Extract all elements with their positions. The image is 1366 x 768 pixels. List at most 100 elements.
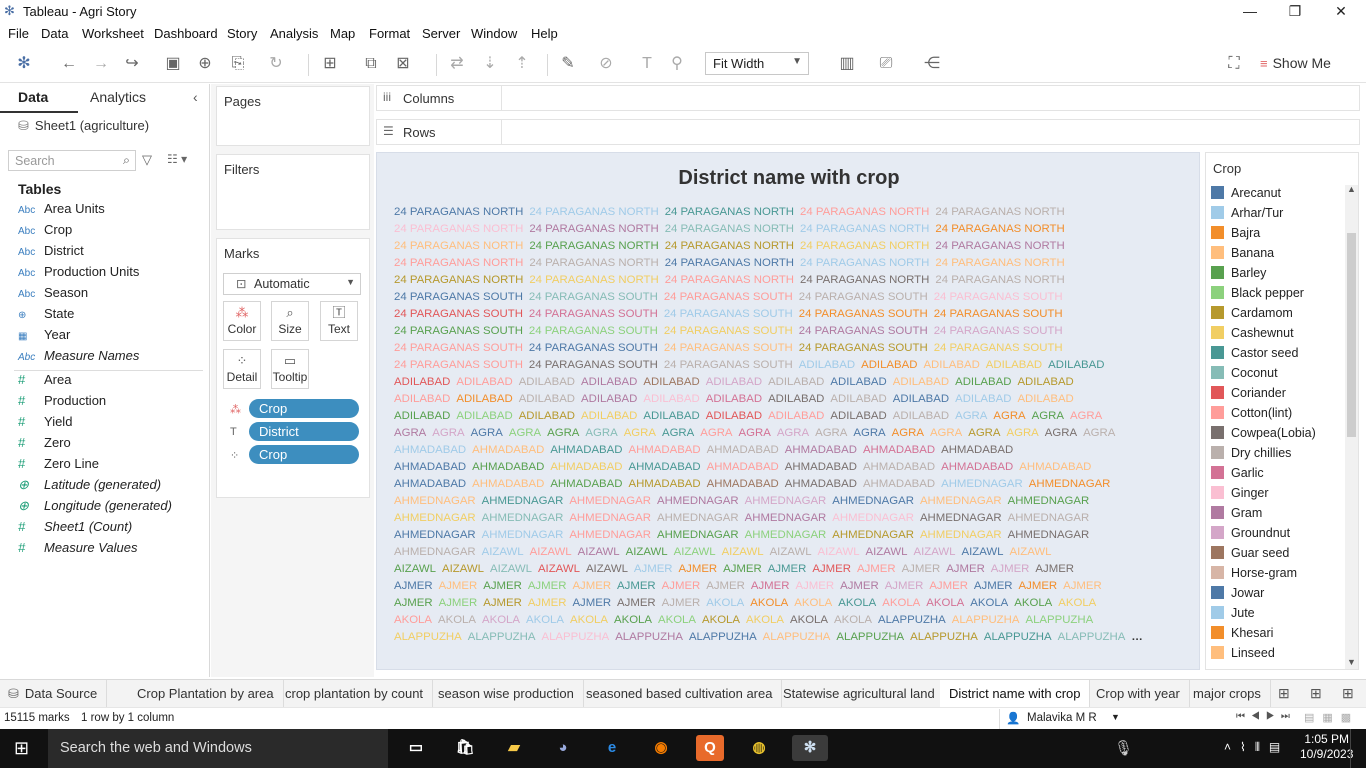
menu-dashboard[interactable]: Dashboard bbox=[154, 26, 218, 41]
district-label[interactable]: ADILABAD bbox=[986, 359, 1042, 371]
district-label[interactable]: AGRA bbox=[1032, 410, 1064, 422]
scroll-up-icon[interactable]: ▲ bbox=[1347, 184, 1356, 194]
field-item[interactable]: # Production bbox=[18, 393, 106, 413]
district-label[interactable]: AKOLA bbox=[570, 614, 608, 626]
district-text-pill[interactable]: District bbox=[249, 422, 359, 441]
district-label[interactable]: 24 PARAGANAS NORTH bbox=[529, 257, 658, 269]
menu-file[interactable]: File bbox=[8, 26, 29, 41]
field-item[interactable]: # Zero bbox=[18, 435, 71, 455]
store-icon[interactable]: 🛍 bbox=[451, 735, 479, 761]
district-label[interactable]: AIZAWL bbox=[538, 563, 580, 575]
restore-button[interactable]: ❐ bbox=[1272, 0, 1318, 22]
chrome-icon[interactable]: ◍ bbox=[745, 735, 773, 761]
district-label[interactable]: AIZAWL bbox=[626, 546, 668, 558]
district-label[interactable]: AJMER bbox=[902, 563, 941, 575]
search-input[interactable]: Search ⌕ bbox=[8, 150, 136, 171]
district-label[interactable]: 24 PARAGANAS NORTH bbox=[800, 223, 929, 235]
district-label[interactable]: ALAPPUZHA bbox=[836, 631, 904, 643]
district-label[interactable]: AHMEDNAGAR bbox=[657, 512, 739, 524]
district-label[interactable]: ADILABAD bbox=[519, 393, 575, 405]
district-label[interactable]: 24 PARAGANAS NORTH bbox=[394, 240, 523, 252]
legend-item[interactable]: Coconut bbox=[1211, 366, 1278, 386]
district-label[interactable]: 24 PARAGANAS NORTH bbox=[394, 223, 523, 235]
district-label[interactable]: AGRA bbox=[1070, 410, 1102, 422]
district-label[interactable]: AIZAWL bbox=[818, 546, 860, 558]
menu-help[interactable]: Help bbox=[531, 26, 558, 41]
district-label[interactable]: AJMER bbox=[483, 597, 522, 609]
legend-item[interactable]: Jute bbox=[1211, 606, 1255, 626]
text-button[interactable]: 🅃 Text bbox=[320, 301, 358, 341]
district-label[interactable]: ADILABAD bbox=[768, 376, 824, 388]
district-label[interactable]: AJMER bbox=[617, 580, 656, 592]
district-label[interactable]: AJMER bbox=[812, 563, 851, 575]
district-label[interactable]: AHMEDNAGAR bbox=[920, 512, 1002, 524]
tab-sheet[interactable]: major crops bbox=[1184, 680, 1271, 708]
district-label[interactable]: AJMER bbox=[617, 597, 656, 609]
district-label[interactable]: AHMEDNAGAR bbox=[745, 495, 827, 507]
district-label[interactable]: 24 PARAGANAS NORTH bbox=[665, 274, 794, 286]
district-label[interactable]: ADILABAD bbox=[830, 410, 886, 422]
district-label[interactable]: ADILABAD bbox=[893, 410, 949, 422]
district-label[interactable]: AHMEDNAGAR bbox=[1008, 512, 1090, 524]
district-label[interactable]: AJMER bbox=[768, 563, 807, 575]
filters-card[interactable]: Filters bbox=[216, 154, 370, 230]
clock[interactable]: 1:05 PM 10/9/2023 bbox=[1300, 732, 1353, 762]
district-label[interactable]: AGRA bbox=[624, 427, 656, 439]
district-label[interactable]: AJMER bbox=[885, 580, 924, 592]
district-label[interactable]: ADILABAD bbox=[394, 376, 450, 388]
district-label[interactable]: AHMADABAD bbox=[394, 478, 466, 490]
district-label[interactable]: AHMEDNAGAR bbox=[569, 529, 651, 541]
district-label[interactable]: AHMADABAD bbox=[472, 461, 544, 473]
district-label[interactable]: 24 PARAGANAS SOUTH bbox=[934, 291, 1063, 303]
legend-item[interactable]: Banana bbox=[1211, 246, 1274, 266]
district-label[interactable]: AGRA bbox=[662, 427, 694, 439]
replay-icon[interactable]: ↪ bbox=[122, 54, 142, 74]
district-label[interactable]: ALAPPUZHA bbox=[910, 631, 978, 643]
sheet-view-toggle-icon[interactable]: ▤▦▩ bbox=[1304, 711, 1359, 724]
district-label[interactable]: AKOLA bbox=[614, 614, 652, 626]
user-menu[interactable]: 👤 Malavika M R ▼ bbox=[999, 709, 1126, 729]
more-indicator[interactable]: … bbox=[1131, 631, 1142, 643]
legend-item[interactable]: Cashewnut bbox=[1211, 326, 1294, 346]
district-label[interactable]: AJMER bbox=[929, 580, 968, 592]
field-item[interactable]: Abc Measure Names bbox=[18, 348, 139, 368]
district-label[interactable]: AHMADABAD bbox=[941, 444, 1013, 456]
menu-map[interactable]: Map bbox=[330, 26, 355, 41]
datasource-item[interactable]: ⛁ Sheet1 (agriculture) bbox=[18, 118, 149, 134]
district-label[interactable]: ADILABAD bbox=[581, 410, 637, 422]
district-label[interactable]: AHMADABAD bbox=[785, 444, 857, 456]
highlight-icon[interactable]: ✎ bbox=[558, 54, 578, 74]
district-label[interactable]: 24 PARAGANAS SOUTH bbox=[664, 308, 793, 320]
labels-icon[interactable]: T bbox=[637, 54, 657, 74]
tab-sheet-active[interactable]: District name with crop bbox=[940, 680, 1091, 708]
district-label[interactable]: AHMADABAD bbox=[707, 461, 779, 473]
tab-data-source[interactable]: ⛁ Data Source bbox=[0, 680, 108, 708]
new-story-icon[interactable]: ⊞ bbox=[1342, 685, 1354, 702]
district-label[interactable]: 24 PARAGANAS SOUTH bbox=[934, 325, 1063, 337]
clear-sheet-icon[interactable]: ⊠ bbox=[393, 54, 413, 74]
district-label[interactable]: AJMER bbox=[528, 580, 567, 592]
district-label[interactable]: AHMADABAD bbox=[394, 461, 466, 473]
sort-desc-icon[interactable]: ⇡ bbox=[512, 54, 532, 74]
sheet-navigation-icon[interactable]: ⏮◀▶⏭ bbox=[1236, 711, 1296, 722]
district-label[interactable]: AKOLA bbox=[706, 597, 744, 609]
district-label[interactable]: AHMEDNAGAR bbox=[394, 546, 476, 558]
district-label[interactable]: 24 PARAGANAS NORTH bbox=[665, 206, 794, 218]
district-label[interactable]: 24 PARAGANAS SOUTH bbox=[394, 308, 523, 320]
district-label[interactable]: AHMEDNAGAR bbox=[657, 495, 739, 507]
file-explorer-icon[interactable]: ▰ bbox=[500, 735, 528, 761]
district-label[interactable]: AHMADABAD bbox=[628, 478, 700, 490]
mark-type-dropdown[interactable]: ⊡ Automatic ▼ bbox=[223, 273, 361, 295]
district-label[interactable]: ALAPPUZHA bbox=[984, 631, 1052, 643]
district-label[interactable]: 24 PARAGANAS SOUTH bbox=[934, 308, 1063, 320]
field-item[interactable]: ⊕ State bbox=[18, 306, 74, 326]
district-label[interactable]: ALAPPUZHA bbox=[541, 631, 609, 643]
district-label[interactable]: 24 PARAGANAS SOUTH bbox=[529, 325, 658, 337]
district-label[interactable]: AJMER bbox=[572, 597, 611, 609]
system-tray-icons[interactable]: ˄⌇⫴▤ bbox=[1224, 740, 1289, 755]
legend-item[interactable]: Castor seed bbox=[1211, 346, 1298, 366]
taskbar-search-input[interactable]: Search the web and Windows bbox=[48, 729, 388, 768]
legend-item[interactable]: Coriander bbox=[1211, 386, 1286, 406]
district-label[interactable]: ALAPPUZHA bbox=[1025, 614, 1093, 626]
show-desktop-button[interactable] bbox=[1350, 729, 1366, 768]
